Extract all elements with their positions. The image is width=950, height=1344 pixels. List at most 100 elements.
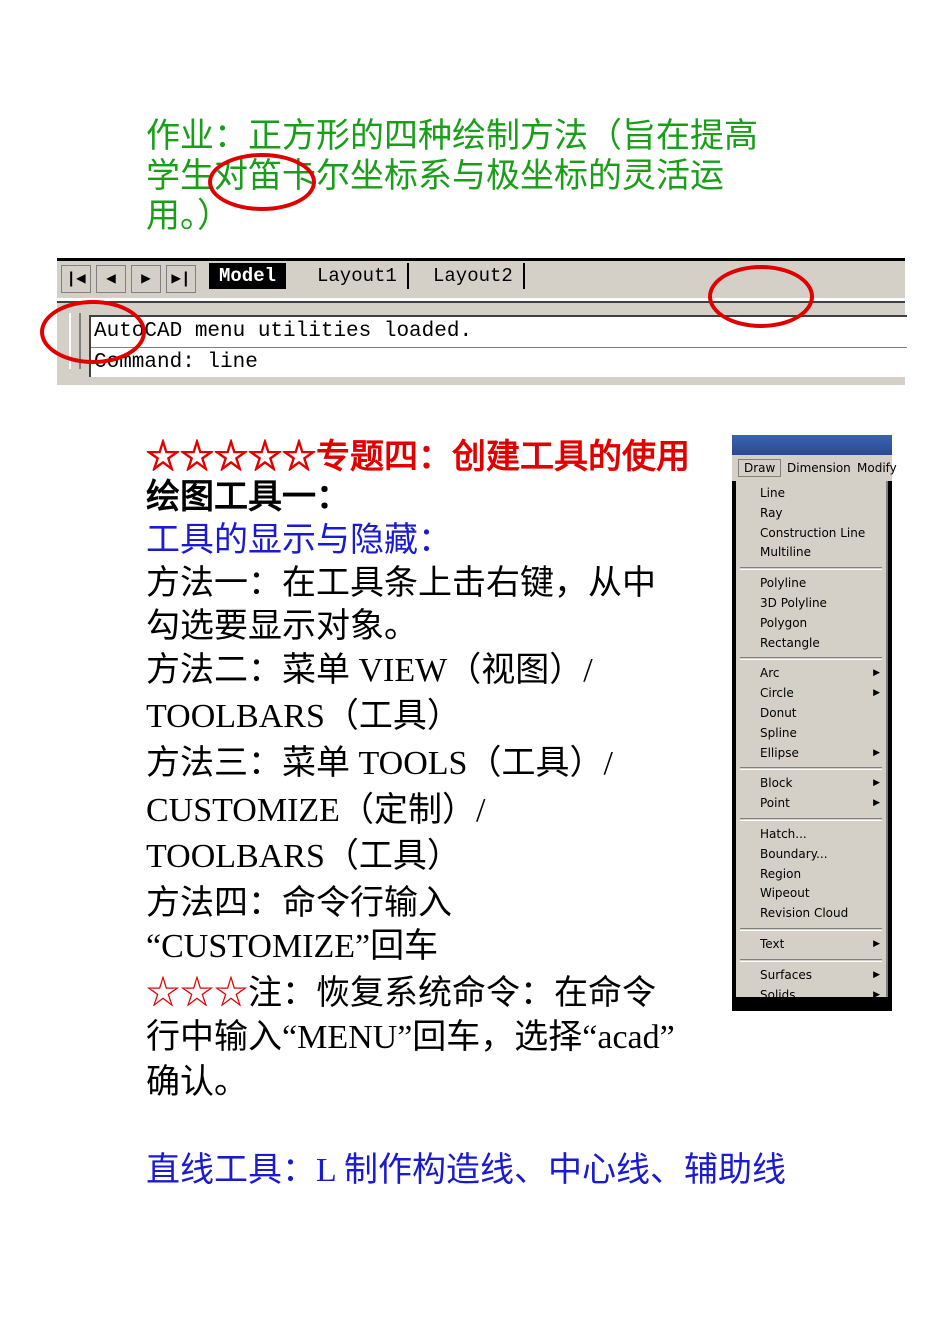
menu-draw[interactable]: Draw [738,459,782,477]
menu-separator [740,958,882,962]
submenu-arrow-icon: ▶ [873,798,880,809]
menu-item-label: 3D Polyline [760,595,827,610]
menu-item-label: Boundary... [760,846,828,861]
menu-modify[interactable]: Modify [857,461,897,475]
tab-model[interactable]: Model [209,263,287,289]
menu-item-label: Circle [760,686,794,701]
next-tab-button[interactable]: ▶ [131,265,161,293]
menu-item-label: Ray [760,505,783,520]
document-line: 绘图工具一： [146,478,350,518]
menu-item-label: Region [760,866,802,881]
menu-item-label: Donut [760,705,797,720]
line-text: “CUSTOMIZE”回车 [146,928,439,965]
document-line: TOOLBARS（工具） [146,837,461,877]
document-line: TOOLBARS（工具） [146,697,461,737]
menu-item-region[interactable]: Region [736,865,886,885]
line-text: TOOLBARS（工具） [146,838,461,875]
submenu-arrow-icon: ▶ [873,747,880,758]
menu-dimension[interactable]: Dimension [787,461,851,475]
menu-item-label: Block [760,776,793,791]
line-text: 方法二：菜单 VIEW（视图）/ [146,652,593,689]
document-line: “CUSTOMIZE”回车 [146,927,438,967]
menu-item-label: Multiline [760,545,811,560]
line-tool-text: 直线工具：L 制作构造线、中心线、辅助线 [146,1152,787,1189]
menu-item-point[interactable]: Point ▶ [736,794,886,814]
first-tab-button[interactable]: |◀ [61,265,91,293]
line-text: 方法三：菜单 TOOLS（工具）/ [146,745,613,782]
last-tab-button[interactable]: ▶| [166,265,196,293]
draw-menu-screenshot: Draw Dimension Modify Line Ray Constructio… [732,435,897,1011]
command-input-line[interactable]: Command: line [91,348,907,378]
menu-item-polygon[interactable]: Polygon [736,614,886,634]
menu-item-label: Rectangle [760,635,820,650]
document-line: 行中输入“MENU”回车，选择“acad” [146,1018,675,1058]
line-text: 工具的显示与隐藏： [146,522,452,559]
menu-item-label: Surfaces [760,967,812,982]
menu-item-hatch[interactable]: Hatch... [736,825,886,845]
menu-item-label: Arc [760,666,780,681]
menu-item-label: Ellipse [760,745,799,760]
line-text: ☆☆☆☆☆专题四：创建工具的使用 [146,439,690,476]
menu-item-spline[interactable]: Spline [736,724,886,744]
homework-line-3: 用。） [146,198,231,235]
menu-item-solids[interactable]: Solids ▶ [736,986,886,1006]
submenu-arrow-icon: ▶ [873,778,880,789]
menu-item-polyline[interactable]: Polyline [736,574,886,594]
menu-item-revision-cloud[interactable]: Revision Cloud [736,904,886,924]
menu-separator [740,767,882,771]
menu-item-boundary[interactable]: Boundary... [736,845,886,865]
menu-item-surfaces[interactable]: Surfaces ▶ [736,966,886,986]
homework-line-1: 作业：正方形的四种绘制方法（旨在提高 [146,118,758,155]
document-line: ☆☆☆☆☆专题四：创建工具的使用 [146,438,690,478]
line-text: CUSTOMIZE（定制）/ [146,792,486,829]
document-line: 确认。 [146,1063,248,1103]
menu-item-label: Spline [760,725,797,740]
line-text: 勾选要显示对象。 [146,608,418,645]
line-text: 确认。 [146,1064,248,1101]
submenu-arrow-icon: ▶ [873,668,880,679]
menu-item-block[interactable]: Block ▶ [736,774,886,794]
tab-layout2[interactable]: Layout2 [423,263,525,289]
menu-item-label: Hatch... [760,826,807,841]
menu-bar: Draw Dimension Modify [732,455,897,481]
line-text: 绘图工具一： [146,479,350,516]
menu-item-arc[interactable]: Arc ▶ [736,664,886,684]
highlight-circle [708,265,814,328]
menu-item-ellipse[interactable]: Ellipse ▶ [736,744,886,764]
menu-separator [740,657,882,661]
document-line: 方法二：菜单 VIEW（视图）/ [146,651,593,691]
line-text: 方法一：在工具条上击右键，从中 [146,565,656,602]
stars-icon: ☆☆☆ [146,975,248,1012]
document-line: ☆☆☆注：恢复系统命令：在命令 [146,974,656,1014]
menu-item-rectangle[interactable]: Rectangle [736,634,886,654]
line-text: 注：恢复系统命令：在命令 [248,975,656,1012]
line-text: TOOLBARS（工具） [146,698,461,735]
prev-tab-button[interactable]: ◀ [96,265,126,293]
tab-layout1[interactable]: Layout1 [307,263,409,289]
document-line: 勾选要显示对象。 [146,607,418,647]
highlight-circle [208,153,316,211]
draw-dropdown: Line Ray Construction Line Multiline Polylin… [736,481,888,1002]
menu-item-donut[interactable]: Donut [736,704,886,724]
menu-item-multiline[interactable]: Multiline [736,543,886,563]
menu-item-label: Text [760,936,785,951]
menu-separator [740,817,882,821]
menu-item-3d-polyline[interactable]: 3D Polyline [736,594,886,614]
menu-item-line[interactable]: Line [736,484,886,504]
menu-separator [740,927,882,931]
menu-item-label: Polyline [760,576,807,591]
menu-item-text[interactable]: Text ▶ [736,935,886,955]
menu-item-label: Polygon [760,615,808,630]
menu-item-label: Wipeout [760,886,810,901]
menu-item-label: Construction Line [760,525,866,540]
document-page: 作业：正方形的四种绘制方法（旨在提高 学生对笛卡尔坐标系与极坐标的灵活运 用。）… [0,0,950,1344]
menu-item-wipeout[interactable]: Wipeout [736,884,886,904]
submenu-arrow-icon: ▶ [873,969,880,980]
line-text: 方法四：命令行输入 [146,885,452,922]
submenu-arrow-icon: ▶ [873,688,880,699]
menu-item-label: Point [760,796,790,811]
menu-item-construction-line[interactable]: Construction Line [736,524,886,544]
menu-item-circle[interactable]: Circle ▶ [736,684,886,704]
menu-item-label: Revision Cloud [760,906,849,921]
menu-item-ray[interactable]: Ray [736,504,886,524]
